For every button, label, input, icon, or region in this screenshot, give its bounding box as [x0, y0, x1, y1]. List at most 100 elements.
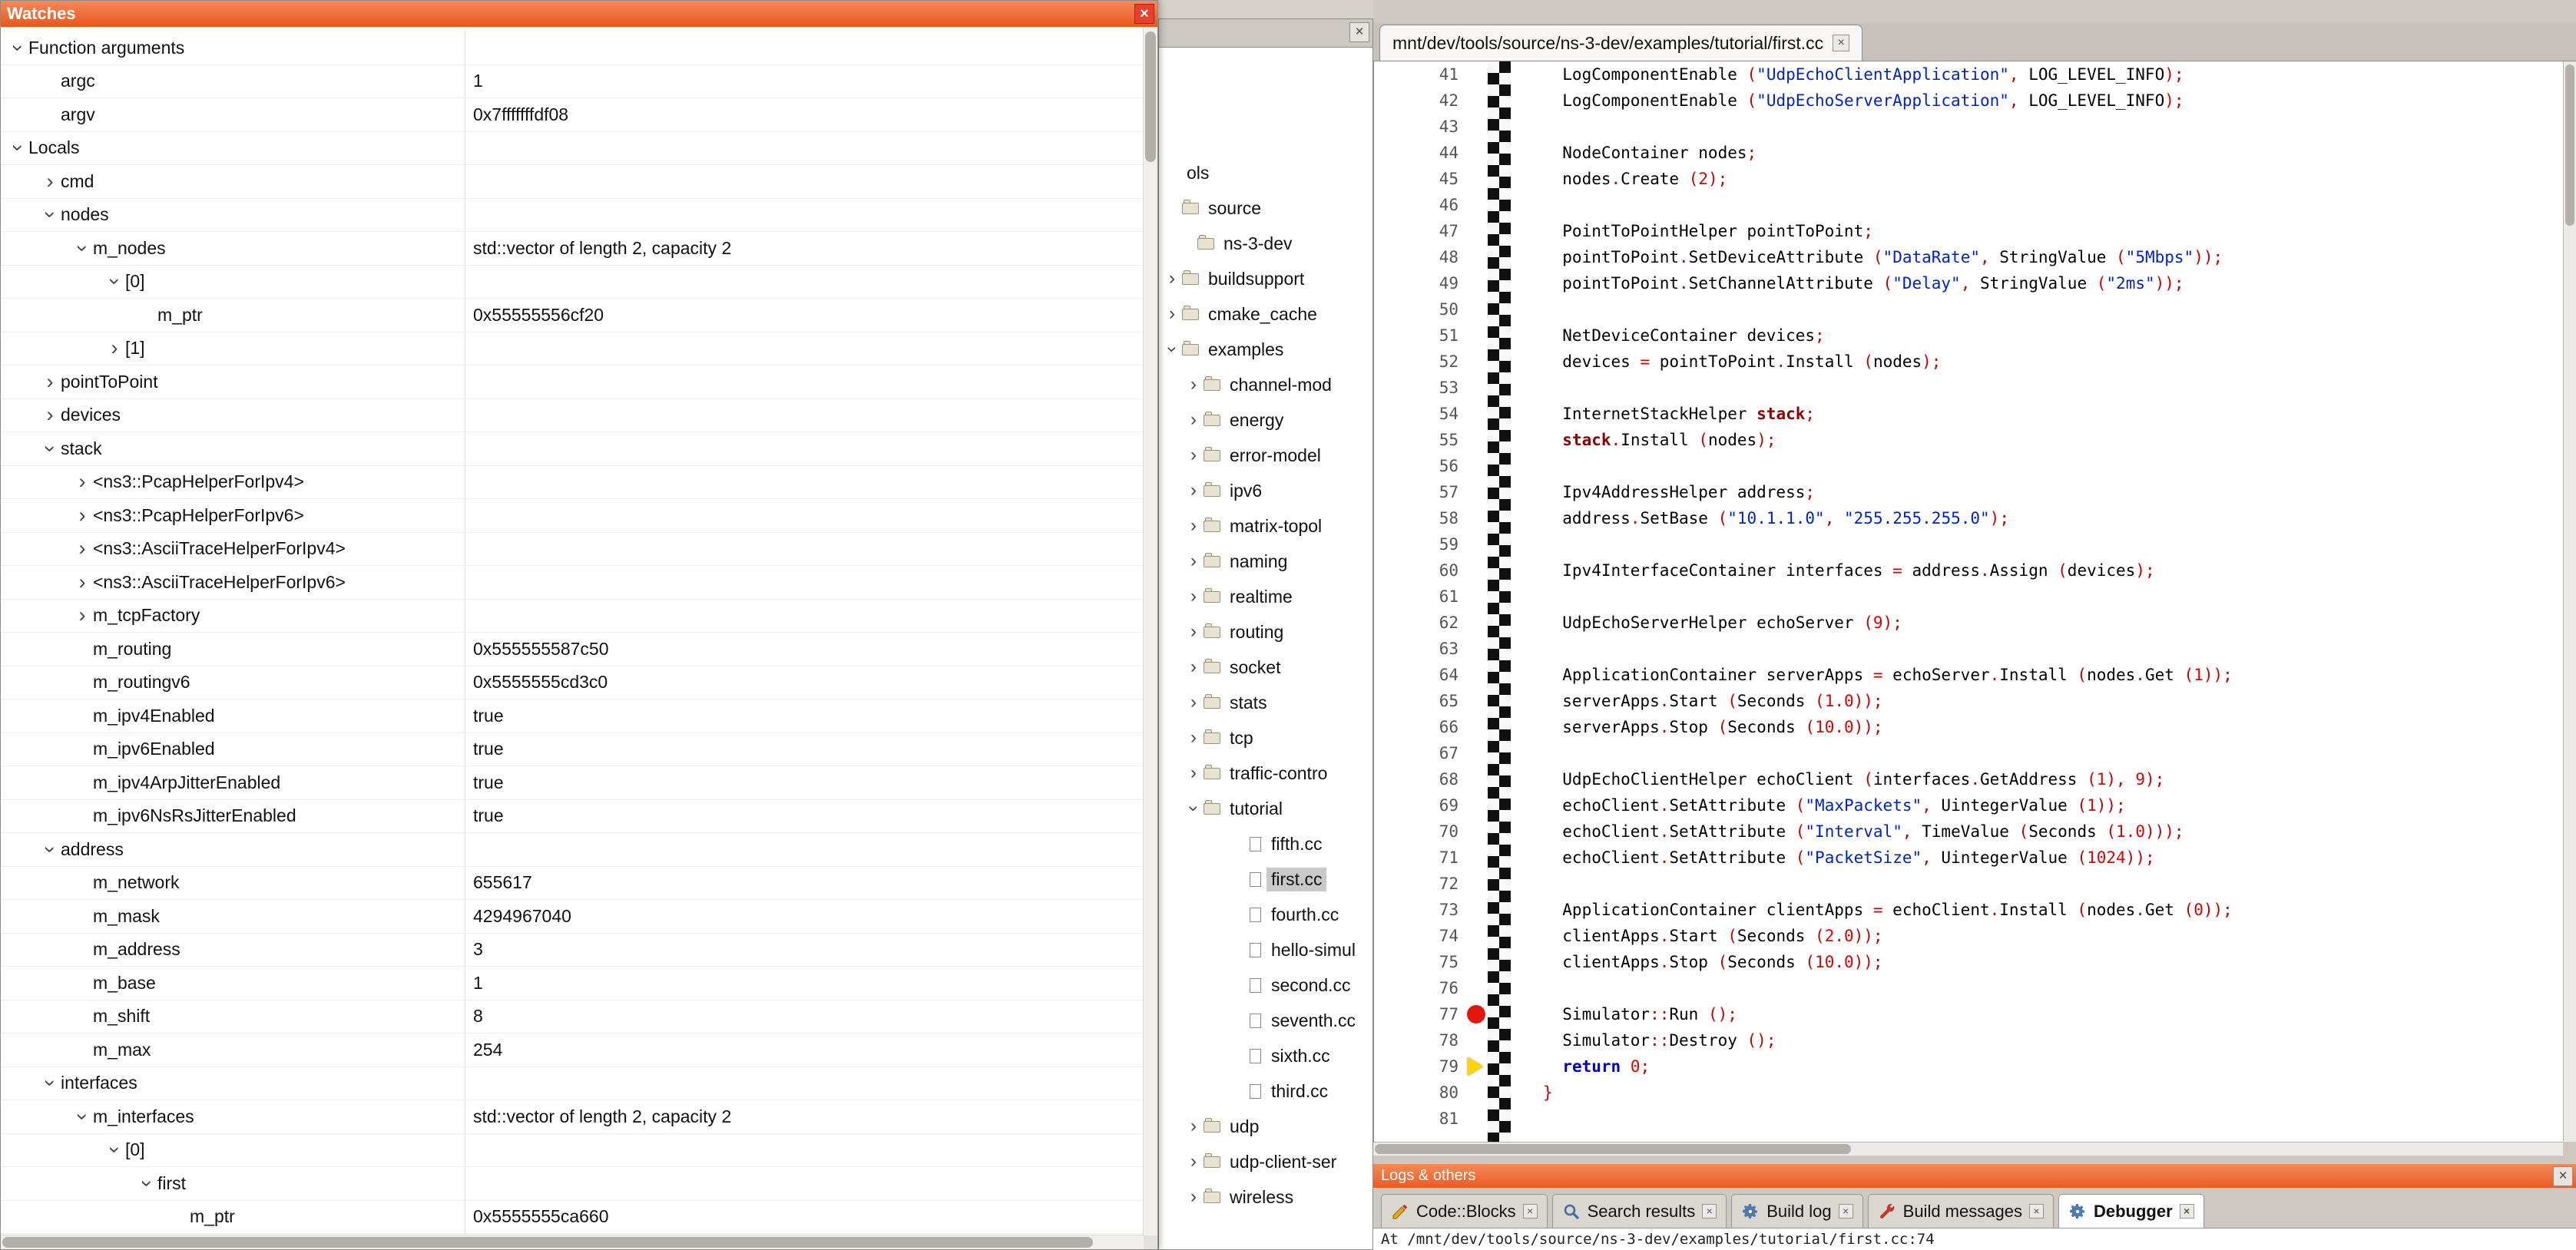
- line-number[interactable]: 59: [1374, 531, 1459, 557]
- tree-item-tcp[interactable]: tcp: [1162, 720, 1372, 756]
- watch-row[interactable]: m_mask4294967040: [1, 900, 1144, 934]
- editor-tab-first-cc[interactable]: mnt/dev/tools/source/ns-3-dev/examples/t…: [1379, 25, 1862, 61]
- line-number[interactable]: 62: [1374, 610, 1459, 636]
- tree-item-third-cc[interactable]: third.cc: [1162, 1073, 1372, 1109]
- line-number[interactable]: 80: [1374, 1080, 1459, 1106]
- expander-closed-icon[interactable]: [1184, 720, 1204, 756]
- breakpoint-marker[interactable]: [1467, 1005, 1485, 1023]
- line-number[interactable]: 69: [1374, 792, 1459, 818]
- marker-cell[interactable]: [1465, 244, 1488, 270]
- tree-item-fourth-cc[interactable]: fourth.cc: [1162, 897, 1372, 932]
- expander-open-icon[interactable]: [136, 1167, 157, 1200]
- code-line[interactable]: nodes.Create (2);: [1543, 166, 2563, 192]
- watch-row[interactable]: m_ptr0x55555556cf20: [1, 299, 1144, 332]
- code-line[interactable]: [1543, 531, 2563, 557]
- scrollbar-thumb[interactable]: [2565, 64, 2574, 226]
- tab-close-icon[interactable]: ×: [1702, 1204, 1717, 1219]
- marker-cell[interactable]: [1465, 140, 1488, 166]
- expander-closed-icon[interactable]: [71, 533, 93, 566]
- marker-cell[interactable]: [1465, 688, 1488, 714]
- line-number[interactable]: 57: [1374, 479, 1459, 505]
- marker-cell[interactable]: [1465, 322, 1488, 349]
- editor-horizontal-scrollbar[interactable]: [1373, 1142, 2563, 1156]
- tree-item-energy[interactable]: energy: [1162, 402, 1372, 438]
- code-line[interactable]: serverApps.Start (Seconds (1.0));: [1543, 688, 2563, 714]
- tree-item-matrix-topol[interactable]: matrix-topol: [1162, 508, 1372, 544]
- marker-cell[interactable]: [1465, 740, 1488, 766]
- tree-item-udp[interactable]: udp: [1162, 1109, 1372, 1144]
- tab-close-icon[interactable]: ×: [2180, 1204, 2194, 1219]
- close-icon[interactable]: ×: [2553, 1166, 2573, 1186]
- code-line[interactable]: [1543, 453, 2563, 479]
- code-line[interactable]: [1543, 192, 2563, 218]
- watch-row[interactable]: devices: [1, 399, 1144, 433]
- line-number[interactable]: 70: [1374, 818, 1459, 845]
- marker-cell[interactable]: [1465, 192, 1488, 218]
- marker-cell[interactable]: [1465, 792, 1488, 818]
- watch-row[interactable]: <ns3::AsciiTraceHelperForIpv6>: [1, 566, 1144, 600]
- code-line[interactable]: return 0;: [1543, 1053, 2563, 1080]
- marker-cell[interactable]: [1465, 296, 1488, 322]
- log-tab-search-results[interactable]: Search results×: [1552, 1194, 1727, 1228]
- tree-item-fifth-cc[interactable]: fifth.cc: [1162, 826, 1372, 861]
- line-number[interactable]: 52: [1374, 349, 1459, 375]
- line-number[interactable]: 48: [1374, 244, 1459, 270]
- watch-row[interactable]: m_ipv6Enabledtrue: [1, 733, 1144, 767]
- code-line[interactable]: pointToPoint.SetDeviceAttribute ("DataRa…: [1543, 244, 2563, 270]
- tree-item-ns-3-dev[interactable]: ns-3-dev: [1162, 226, 1372, 261]
- expander-open-icon[interactable]: [71, 232, 93, 265]
- expander-closed-icon[interactable]: [71, 466, 93, 499]
- marker-cell[interactable]: [1465, 584, 1488, 610]
- marker-cell[interactable]: [1465, 557, 1488, 584]
- tree-item-socket[interactable]: socket: [1162, 650, 1372, 685]
- code-line[interactable]: [1543, 740, 2563, 766]
- line-number[interactable]: 51: [1374, 322, 1459, 349]
- code-line[interactable]: Ipv4AddressHelper address;: [1543, 479, 2563, 505]
- line-number[interactable]: 73: [1374, 897, 1459, 923]
- line-number[interactable]: 71: [1374, 845, 1459, 871]
- expander-closed-icon[interactable]: [1184, 544, 1204, 579]
- tree-item-routing[interactable]: routing: [1162, 614, 1372, 650]
- line-number[interactable]: 79: [1374, 1053, 1459, 1080]
- watch-row[interactable]: Function arguments: [1, 31, 1144, 65]
- marker-cell[interactable]: [1465, 1027, 1488, 1053]
- watch-row[interactable]: m_interfacesstd::vector of length 2, cap…: [1, 1100, 1144, 1134]
- marker-cell[interactable]: [1465, 636, 1488, 662]
- expander-closed-icon[interactable]: [71, 600, 93, 633]
- watches-horizontal-scrollbar[interactable]: [1, 1235, 1144, 1249]
- line-number[interactable]: 42: [1374, 88, 1459, 114]
- logs-titlebar[interactable]: Logs & others ×: [1373, 1164, 2576, 1188]
- line-number[interactable]: 65: [1374, 688, 1459, 714]
- marker-cell[interactable]: [1465, 453, 1488, 479]
- tab-close-icon[interactable]: ×: [1523, 1204, 1538, 1219]
- close-icon[interactable]: ×: [1134, 4, 1154, 24]
- tree-item-udp-client-ser[interactable]: udp-client-ser: [1162, 1144, 1372, 1179]
- watches-titlebar[interactable]: Watches ×: [1, 1, 1157, 27]
- code-line[interactable]: PointToPointHelper pointToPoint;: [1543, 218, 2563, 244]
- code-line[interactable]: [1543, 375, 2563, 401]
- watch-row[interactable]: argv0x7fffffffdf08: [1, 98, 1144, 132]
- tree-item-seventh-cc[interactable]: seventh.cc: [1162, 1003, 1372, 1038]
- code-line[interactable]: serverApps.Stop (Seconds (10.0));: [1543, 714, 2563, 740]
- code-line[interactable]: echoClient.SetAttribute ("PacketSize", U…: [1543, 845, 2563, 871]
- tree-item-sixth-cc[interactable]: sixth.cc: [1162, 1038, 1372, 1073]
- tree-item-cmake-cache[interactable]: cmake_cache: [1162, 296, 1372, 332]
- marker-cell[interactable]: [1465, 949, 1488, 975]
- code-line[interactable]: ApplicationContainer serverApps = echoSe…: [1543, 662, 2563, 688]
- line-number[interactable]: 63: [1374, 636, 1459, 662]
- code-line[interactable]: UdpEchoClientHelper echoClient (interfac…: [1543, 766, 2563, 792]
- code-lines[interactable]: LogComponentEnable ("UdpEchoClientApplic…: [1511, 61, 2563, 1142]
- marker-cell[interactable]: [1465, 1053, 1488, 1080]
- editor-vertical-scrollbar[interactable]: [2563, 61, 2576, 1142]
- expander-open-icon[interactable]: [39, 1067, 61, 1100]
- marker-cell[interactable]: [1465, 923, 1488, 949]
- code-line[interactable]: stack.Install (nodes);: [1543, 427, 2563, 453]
- expander-closed-icon[interactable]: [1184, 508, 1204, 544]
- watch-row[interactable]: stack: [1, 432, 1144, 466]
- expander-open-icon[interactable]: [104, 266, 125, 299]
- marker-cell[interactable]: [1465, 845, 1488, 871]
- code-line[interactable]: ApplicationContainer clientApps = echoCl…: [1543, 897, 2563, 923]
- marker-cell[interactable]: [1465, 401, 1488, 427]
- watch-row[interactable]: interfaces: [1, 1067, 1144, 1101]
- watch-row[interactable]: first: [1, 1167, 1144, 1201]
